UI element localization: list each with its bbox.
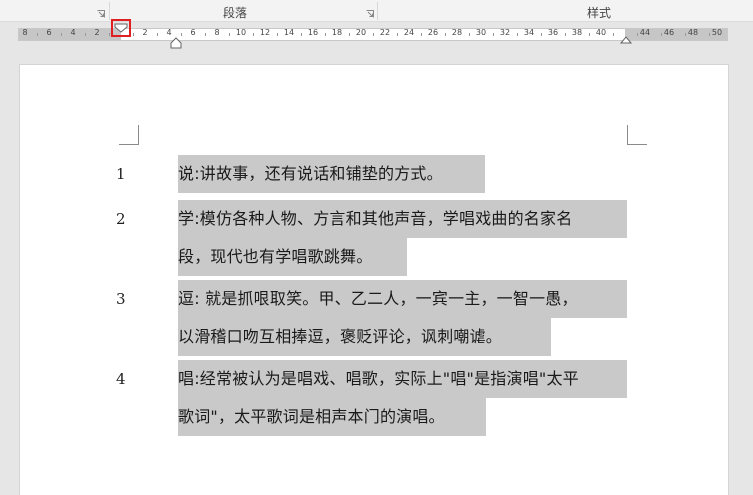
ruler-tick-label: 50 [711, 28, 723, 37]
ruler-tick-label: 6 [46, 28, 52, 37]
ruler-tick-mark [253, 33, 254, 36]
ruler-tick-mark [565, 33, 566, 36]
paragraph-dialog-launcher-icon[interactable] [366, 10, 374, 18]
group-label-paragraph: 段落 [223, 6, 248, 20]
ruler-tick-mark [517, 33, 518, 36]
right-indent-icon[interactable] [620, 36, 632, 44]
ruler-tick-label: 16 [307, 28, 319, 37]
ruler-tick-mark [661, 33, 662, 36]
ruler-tick-mark [85, 33, 86, 36]
ruler-tick-mark [325, 33, 326, 36]
selected-text-line[interactable]: 逗: 就是抓哏取笑。甲、乙二人，一宾一主，一智一愚， [178, 280, 627, 318]
ruler-tick-label: 24 [403, 28, 415, 37]
margin-corner-top-left-icon [119, 125, 139, 145]
ruler-tick-mark [277, 33, 278, 36]
selected-text-line[interactable]: 以滑稽口吻互相捧逗，褒贬评论，讽刺嘲谑。 [178, 318, 551, 356]
ruler-tick-mark [469, 33, 470, 36]
ruler-tick-label: 4 [70, 28, 76, 37]
selected-text-line[interactable]: 歌词"，太平歌词是相声本门的演唱。 [178, 398, 486, 436]
ruler-tick-label: 34 [523, 28, 535, 37]
ruler-tick-label: 22 [379, 28, 391, 37]
group-separator [109, 2, 110, 20]
font-dialog-launcher-icon[interactable] [97, 10, 105, 18]
ruler-tick-mark [709, 33, 710, 36]
ruler-tick-label: 18 [331, 28, 343, 37]
ruler-tick-label: 4 [166, 28, 172, 37]
highlight-box [111, 19, 131, 37]
ruler-tick-mark [685, 33, 686, 36]
ruler-tick-mark [109, 33, 110, 36]
ruler-tick-label: 28 [451, 28, 463, 37]
ruler-tick-mark [37, 33, 38, 36]
ruler-tick-mark [61, 33, 62, 36]
group-label-styles: 样式 [587, 6, 612, 20]
paragraph-number: 4 [116, 370, 126, 388]
margin-corner-top-right-icon [627, 125, 647, 145]
group-separator [377, 2, 378, 20]
ruler-tick-mark [301, 33, 302, 36]
ruler-tick-mark [541, 33, 542, 36]
ruler-tick-label: 38 [571, 28, 583, 37]
paragraph-number: 3 [116, 290, 126, 308]
document-page[interactable]: 1 说:讲故事，还有说话和铺垫的方式。 2 学:模仿各种人物、方言和其他声音，学… [19, 64, 729, 495]
selected-text-line[interactable]: 学:模仿各种人物、方言和其他声音，学唱戏曲的名家名 [178, 200, 627, 238]
ruler-tick-label: 40 [595, 28, 607, 37]
ruler-tick-label: 44 [639, 28, 651, 37]
ruler-tick-label: 8 [214, 28, 220, 37]
selected-text-line[interactable]: 说:讲故事，还有说话和铺垫的方式。 [178, 155, 485, 193]
ruler-tick-mark [373, 33, 374, 36]
paragraph-number: 1 [116, 165, 126, 183]
ruler-tick-label: 2 [142, 28, 148, 37]
ruler-tick-mark [205, 33, 206, 36]
ruler-tick-label: 26 [427, 28, 439, 37]
ruler-tick-mark [589, 33, 590, 36]
ruler-tick-mark [133, 33, 134, 36]
ruler-tick-label: 20 [355, 28, 367, 37]
ruler-tick-label: 36 [547, 28, 559, 37]
ruler-tick-label: 6 [190, 28, 196, 37]
ruler-tick-mark [445, 33, 446, 36]
ruler-tick-mark [421, 33, 422, 36]
selected-text-line[interactable]: 唱:经常被认为是唱戏、唱歌，实际上"唱"是指演唱"太平 [178, 360, 627, 398]
ruler-tick-mark [397, 33, 398, 36]
ruler-tick-label: 12 [259, 28, 271, 37]
ruler-tick-mark [349, 33, 350, 36]
ruler-tick-mark [181, 33, 182, 36]
ruler-tick-mark [229, 33, 230, 36]
ruler-tick-label: 30 [475, 28, 487, 37]
ruler-tick-mark [157, 33, 158, 36]
ruler-tick-label: 46 [663, 28, 675, 37]
hanging-indent-icon[interactable] [170, 37, 182, 49]
selected-text-line[interactable]: 段，现代也有学唱歌跳舞。 [178, 238, 407, 276]
ruler-tick-mark [637, 33, 638, 36]
paragraph-number: 2 [116, 210, 126, 228]
ruler-tick-label: 14 [283, 28, 295, 37]
ruler-tick-label: 48 [687, 28, 699, 37]
ruler-tick-label: 32 [499, 28, 511, 37]
ruler-tick-mark [613, 33, 614, 36]
ruler-tick-mark [493, 33, 494, 36]
ruler-tick-label: 8 [22, 28, 28, 37]
ruler-tick-label: 10 [235, 28, 247, 37]
ruler-tick-label: 2 [94, 28, 100, 37]
